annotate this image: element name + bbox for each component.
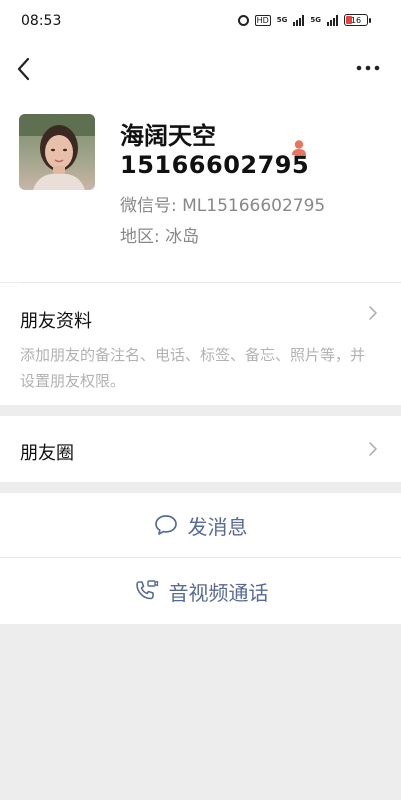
- nickname: 海阔天空: [120, 122, 216, 150]
- chevron-right-icon: [369, 306, 377, 320]
- signal-icon: [293, 14, 305, 26]
- send-message-button[interactable]: 发消息: [0, 493, 401, 557]
- battery-cap: [369, 17, 371, 23]
- moments-title: 朋友圈: [20, 443, 74, 464]
- alarm-icon: [237, 14, 249, 26]
- status-icons: HD 5G 5G 16: [237, 14, 371, 26]
- status-time: 08:53: [21, 13, 62, 29]
- back-button[interactable]: [14, 56, 38, 82]
- region: 地区: 冰岛: [120, 227, 200, 247]
- more-dots-icon: [356, 65, 380, 71]
- avatar[interactable]: [19, 114, 95, 190]
- chevron-left-icon: [17, 57, 30, 81]
- profile-screen: 08:53 HD 5G 5G 16 海阔天空 15166602795 微信号: …: [0, 0, 401, 800]
- more-button[interactable]: [355, 58, 381, 78]
- signal-icon-2: [327, 14, 338, 26]
- video-call-button[interactable]: 音视频通话: [0, 558, 401, 624]
- battery-icon: 16: [344, 14, 368, 26]
- chevron-right-icon: [369, 442, 377, 456]
- status-bar: 08:53 HD 5G 5G 16: [0, 0, 401, 44]
- network-5g-label-2: 5G: [310, 16, 321, 24]
- hd-badge: HD: [254, 14, 271, 26]
- video-call-label: 音视频通话: [168, 580, 269, 605]
- nav-bar: [0, 44, 401, 94]
- send-message-label: 发消息: [187, 514, 248, 539]
- wechat-id: 微信号: ML15166602795: [120, 196, 326, 216]
- chat-bubble-icon: [154, 515, 177, 535]
- profile-card: 海阔天空 15166602795 微信号: ML15166602795 地区: …: [0, 94, 401, 283]
- phone-number: 15166602795: [120, 151, 310, 179]
- avatar-image: [19, 114, 95, 190]
- friend-info-title: 朋友资料: [20, 311, 92, 332]
- phone-video-icon: [135, 580, 158, 600]
- network-5g-label: 5G: [276, 16, 288, 24]
- battery-level: 16: [350, 15, 362, 25]
- friend-info-row[interactable]: 朋友资料 添加朋友的备注名、电话、标签、备忘、照片等，并设置朋友权限。: [0, 283, 401, 405]
- friend-info-description: 添加朋友的备注名、电话、标签、备忘、照片等，并设置朋友权限。: [20, 346, 366, 390]
- moments-row[interactable]: 朋友圈: [0, 416, 401, 482]
